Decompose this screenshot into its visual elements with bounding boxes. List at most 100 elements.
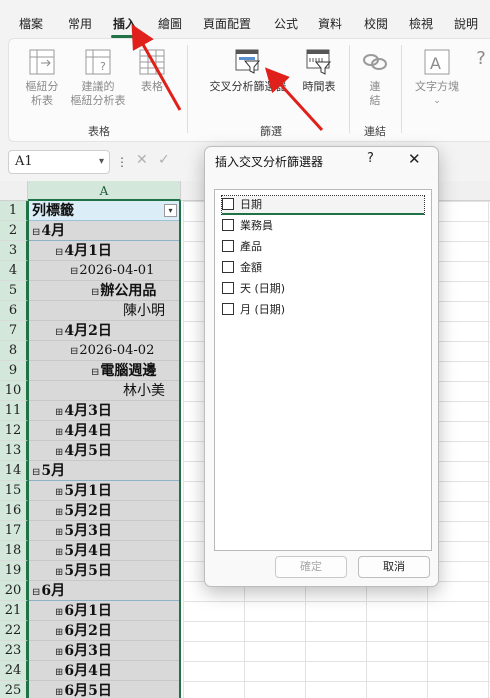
expand-icon[interactable]: ⊞ (55, 543, 63, 560)
pivot-row-cell[interactable]: 陳小明 (29, 301, 179, 321)
row-header[interactable]: 12 (0, 421, 28, 441)
field-option[interactable]: 產品 (222, 238, 262, 256)
row-header[interactable]: 13 (0, 441, 28, 461)
collapse-icon[interactable]: ⊟ (55, 323, 63, 340)
collapse-icon[interactable]: ⊟ (32, 463, 40, 480)
row-header[interactable]: 19 (0, 561, 28, 581)
collapse-icon[interactable]: ⊟ (70, 262, 78, 280)
expand-icon[interactable]: ⊞ (55, 623, 63, 640)
pivot-header-cell[interactable]: 列標籤 ▾ (29, 201, 179, 221)
row-header[interactable]: 24 (0, 661, 28, 681)
pivot-row-cell[interactable]: ⊞5月4日 (29, 541, 179, 561)
field-option[interactable]: 日期 (221, 195, 425, 215)
table-button[interactable]: 表格 (133, 47, 171, 94)
collapse-icon[interactable]: ⊟ (91, 283, 99, 300)
pivot-row-cell[interactable]: ⊟5月 (29, 461, 179, 481)
row-header[interactable]: 3 (0, 241, 28, 261)
checkbox[interactable] (222, 303, 234, 315)
collapse-icon[interactable]: ⊟ (70, 342, 78, 360)
field-option[interactable]: 天 (日期) (222, 280, 285, 298)
tab-page-layout[interactable]: 頁面配置 (203, 0, 251, 36)
pivot-row-cell[interactable]: ⊞5月3日 (29, 521, 179, 541)
pivot-row-cell[interactable]: ⊟4月 (29, 221, 179, 241)
pivot-row-cell[interactable]: ⊞6月3日 (29, 641, 179, 661)
row-header[interactable]: 9 (0, 361, 28, 381)
tab-home[interactable]: 常用 (68, 0, 92, 36)
expand-icon[interactable]: ⊞ (55, 503, 63, 520)
pivot-row-cell[interactable]: ⊞6月5日 (29, 681, 179, 698)
tab-review[interactable]: 校閱 (364, 0, 388, 36)
tab-data[interactable]: 資料 (318, 0, 342, 36)
row-header[interactable]: 1 (0, 201, 28, 221)
row-header[interactable]: 21 (0, 601, 28, 621)
row-header[interactable]: 11 (0, 401, 28, 421)
pivot-row-cell[interactable]: ⊞5月2日 (29, 501, 179, 521)
pivot-row-cell[interactable]: ⊟4月1日 (29, 241, 179, 261)
collapse-icon[interactable]: ⊟ (32, 223, 40, 240)
row-header[interactable]: 25 (0, 681, 28, 698)
expand-icon[interactable]: ⊞ (55, 563, 63, 580)
field-option[interactable]: 月 (日期) (222, 301, 285, 319)
tab-help[interactable]: 說明 (454, 0, 478, 36)
field-option[interactable]: 金額 (222, 259, 262, 277)
pivot-row-cell[interactable]: ⊞4月5日 (29, 441, 179, 461)
close-icon[interactable]: ✕ (408, 150, 421, 168)
link-button[interactable]: 連 結 (359, 47, 391, 108)
tab-formulas[interactable]: 公式 (274, 0, 298, 36)
checkbox[interactable] (222, 282, 234, 294)
confirm-entry-icon[interactable]: ✓ (158, 152, 170, 168)
expand-icon[interactable]: ⊞ (55, 603, 63, 620)
pivot-table-button[interactable]: 樞紐分 析表 (17, 47, 67, 108)
checkbox[interactable] (222, 219, 234, 231)
tab-draw[interactable]: 繪圖 (158, 0, 182, 36)
expand-icon[interactable]: ⊞ (55, 423, 63, 440)
pivot-row-cell[interactable]: ⊟電腦週邊 (29, 361, 179, 381)
checkbox[interactable] (222, 261, 234, 273)
pivot-row-cell[interactable]: ⊞4月3日 (29, 401, 179, 421)
help-icon[interactable]: ? (367, 151, 374, 166)
name-box[interactable]: A1 ▾ (8, 150, 110, 174)
row-header[interactable]: 2 (0, 221, 28, 241)
row-header[interactable]: 18 (0, 541, 28, 561)
ok-button[interactable]: 確定 (275, 556, 347, 578)
field-option[interactable]: 業務員 (222, 217, 273, 235)
pivot-row-cell[interactable]: ⊟6月 (29, 581, 179, 601)
row-header[interactable]: 15 (0, 481, 28, 501)
checkbox[interactable] (222, 240, 234, 252)
pivot-row-cell[interactable]: ⊟4月2日 (29, 321, 179, 341)
row-header[interactable]: 20 (0, 581, 28, 601)
tab-file[interactable]: 檔案 (19, 0, 43, 36)
pivot-row-cell[interactable]: ⊞6月1日 (29, 601, 179, 621)
pivot-row-cell[interactable]: ⊟辦公用品 (29, 281, 179, 301)
filter-dropdown-icon[interactable]: ▾ (164, 204, 177, 217)
collapse-icon[interactable]: ⊟ (91, 363, 99, 380)
cancel-entry-icon[interactable]: ✕ (136, 152, 148, 168)
row-header[interactable]: 17 (0, 521, 28, 541)
pivot-row-cell[interactable]: ⊞6月2日 (29, 621, 179, 641)
row-header[interactable]: 7 (0, 321, 28, 341)
expand-icon[interactable]: ⊞ (55, 663, 63, 680)
expand-icon[interactable]: ⊞ (55, 403, 63, 420)
more-button[interactable]: ? (471, 47, 490, 71)
tab-insert[interactable]: 插入 (110, 0, 140, 38)
expand-icon[interactable]: ⊞ (55, 523, 63, 540)
collapse-icon[interactable]: ⊟ (32, 583, 40, 600)
pivot-row-cell[interactable]: 林小美 (29, 381, 179, 401)
recommended-pivot-button[interactable]: ? 建議的 樞紐分析表 (67, 47, 129, 108)
pivot-row-cell[interactable]: ⊟2026-04-01 (29, 261, 179, 281)
row-header[interactable]: 5 (0, 281, 28, 301)
row-header[interactable]: 10 (0, 381, 28, 401)
cancel-button[interactable]: 取消 (358, 556, 430, 578)
row-header[interactable]: 4 (0, 261, 28, 281)
textbox-button[interactable]: A 文字方塊 ⌄ (407, 47, 467, 108)
timeline-button[interactable]: 時間表 (297, 47, 341, 94)
slicer-button[interactable]: 交叉分析篩選器 (205, 47, 291, 94)
pivot-row-cell[interactable]: ⊟2026-04-02 (29, 341, 179, 361)
collapse-icon[interactable]: ⊟ (55, 243, 63, 260)
row-header[interactable]: 22 (0, 621, 28, 641)
column-header-a[interactable]: A (28, 181, 181, 201)
row-header[interactable]: 6 (0, 301, 28, 321)
pivot-row-cell[interactable]: ⊞5月5日 (29, 561, 179, 581)
row-header[interactable]: 16 (0, 501, 28, 521)
expand-icon[interactable]: ⊞ (55, 683, 63, 698)
